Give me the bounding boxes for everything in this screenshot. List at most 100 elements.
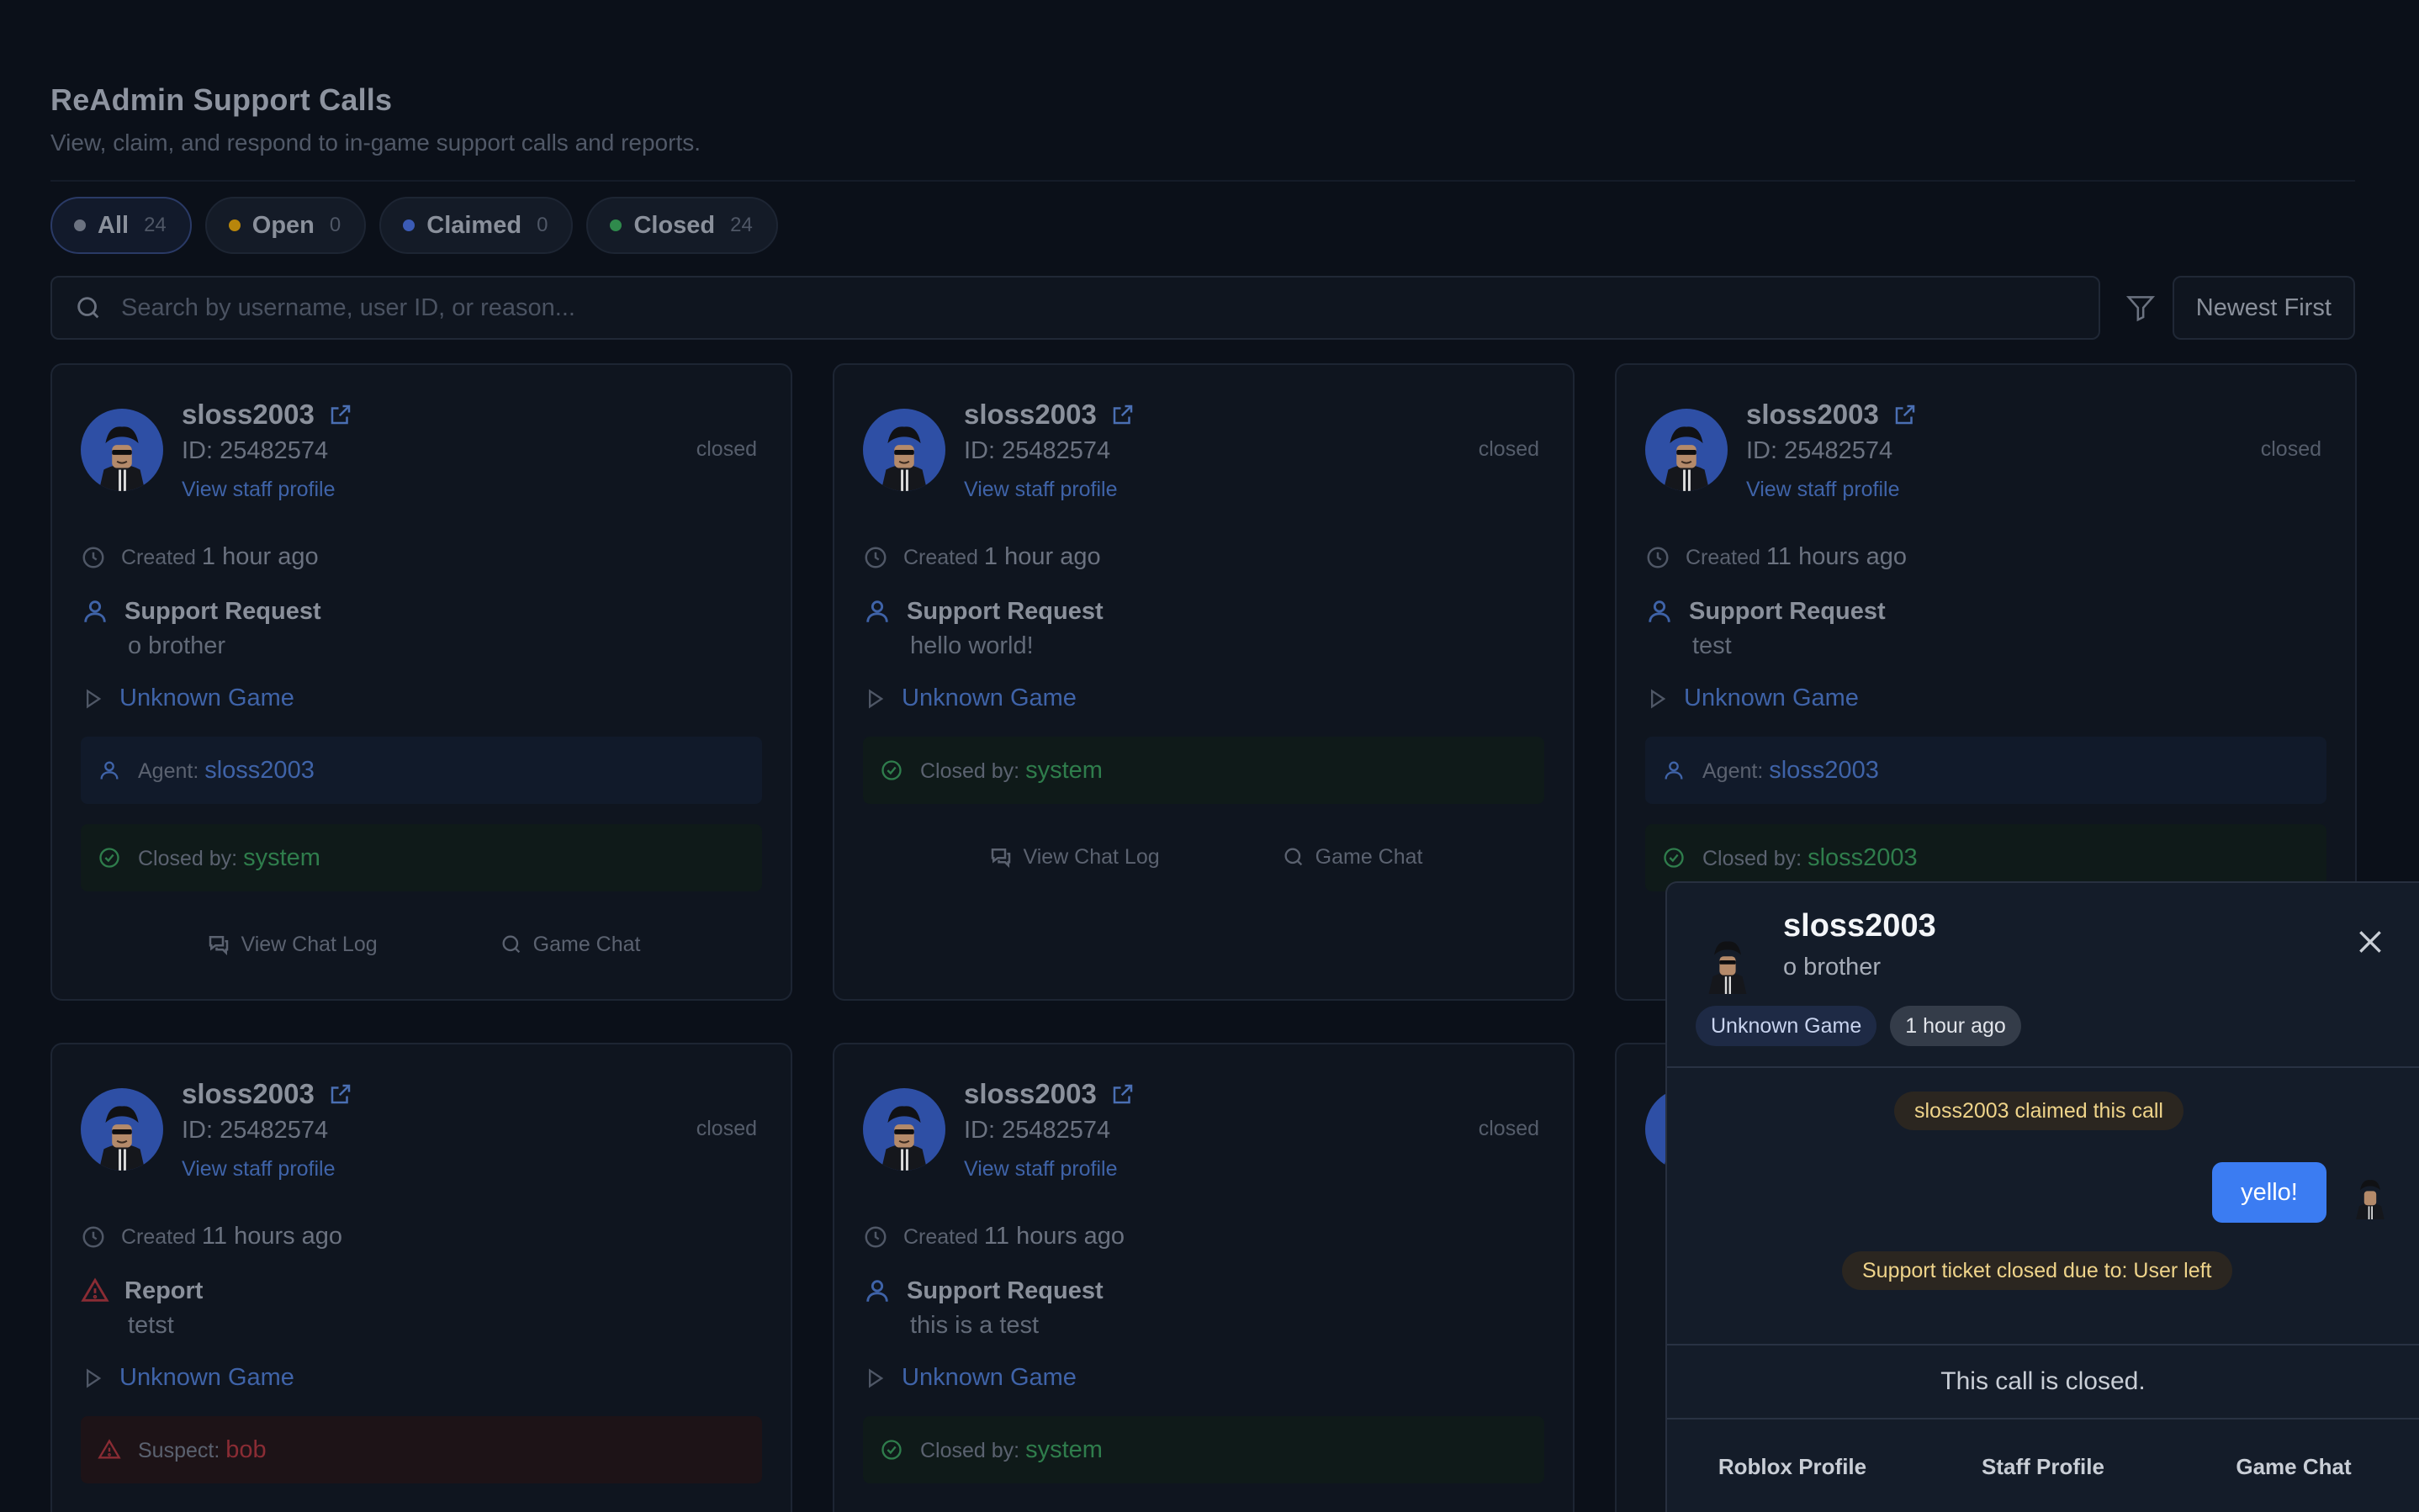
game-link[interactable]: Unknown Game bbox=[119, 685, 294, 712]
view-staff-profile-link[interactable]: View staff profile bbox=[964, 1157, 1118, 1182]
call-kind: Report bbox=[124, 1277, 204, 1304]
game-link[interactable]: Unknown Game bbox=[902, 1364, 1077, 1392]
search-input[interactable] bbox=[121, 293, 1972, 322]
view-staff-profile-link[interactable]: View staff profile bbox=[964, 478, 1118, 502]
search-box[interactable] bbox=[50, 276, 2100, 340]
game-chat-label: Game Chat bbox=[1315, 844, 1423, 869]
tab-all[interactable]: All 24 bbox=[50, 197, 192, 254]
closed-by-label: Closed by: system bbox=[920, 757, 1103, 785]
closed-by-name: system bbox=[1025, 1435, 1103, 1463]
game-row[interactable]: Unknown Game bbox=[81, 685, 294, 712]
check-circle-icon bbox=[1664, 848, 1684, 868]
kind-row: Support Request bbox=[81, 597, 321, 626]
view-staff-profile-link[interactable]: View staff profile bbox=[1746, 478, 1900, 502]
tab-closed[interactable]: Closed 24 bbox=[586, 197, 778, 254]
agent-prefix: Agent: bbox=[1702, 759, 1764, 783]
suspect-label: Suspect: bob bbox=[138, 1436, 267, 1464]
view-chat-log-button[interactable]: View Chat Log bbox=[988, 844, 1160, 870]
username-text: sloss2003 bbox=[964, 1078, 1097, 1109]
game-link[interactable]: Unknown Game bbox=[119, 1364, 294, 1392]
created-prefix: Created bbox=[1686, 546, 1760, 569]
closed-by-label: Closed by: system bbox=[138, 844, 320, 872]
staff-profile-button[interactable]: Staff Profile bbox=[1925, 1454, 2161, 1480]
call-kind: Support Request bbox=[1689, 597, 1886, 625]
check-circle-icon bbox=[881, 1440, 902, 1460]
created-time: 1 hour ago bbox=[201, 543, 319, 570]
filter-button[interactable] bbox=[2120, 288, 2161, 328]
tab-all-dot bbox=[74, 219, 86, 231]
warning-icon bbox=[81, 1277, 109, 1302]
search-icon bbox=[1284, 848, 1302, 866]
view-chat-log-button[interactable]: View Chat Log bbox=[206, 932, 378, 957]
suspect-name: bob bbox=[225, 1435, 267, 1463]
status-badge: closed bbox=[696, 1117, 757, 1140]
tab-claimed[interactable]: Claimed 0 bbox=[379, 197, 574, 254]
game-link[interactable]: Unknown Game bbox=[902, 685, 1077, 712]
call-card[interactable]: sloss2003 ID: 25482574 View staff profil… bbox=[50, 1043, 792, 1512]
call-card[interactable]: sloss2003 ID: 25482574 View staff profil… bbox=[50, 363, 792, 1001]
tab-open-dot bbox=[228, 219, 241, 231]
kind-row: Support Request bbox=[863, 1277, 1104, 1305]
tab-open[interactable]: Open 0 bbox=[204, 197, 367, 254]
created-time: 11 hours ago bbox=[983, 1223, 1125, 1250]
card-username: sloss2003 bbox=[964, 399, 1135, 431]
external-link-icon[interactable] bbox=[1110, 402, 1135, 427]
view-chat-log-label: View Chat Log bbox=[1023, 844, 1160, 869]
call-card[interactable]: sloss2003 ID: 25482574 View staff profil… bbox=[833, 363, 1575, 1001]
kind-row: Support Request bbox=[1645, 597, 1886, 626]
created-label: Created 1 hour ago bbox=[903, 543, 1101, 571]
clock-icon bbox=[82, 1226, 104, 1247]
game-row[interactable]: Unknown Game bbox=[863, 685, 1077, 712]
roblox-profile-button[interactable]: Roblox Profile bbox=[1675, 1454, 1910, 1480]
time-tag: 1 hour ago bbox=[1890, 1006, 2021, 1046]
card-user-id: ID: 25482574 bbox=[182, 1117, 329, 1144]
created-row: Created 1 hour ago bbox=[81, 543, 319, 571]
agent-pill: Agent: sloss2003 bbox=[1645, 737, 2326, 804]
user-icon bbox=[100, 761, 119, 780]
card-actions: View Chat Log Game Chat bbox=[834, 844, 1576, 870]
view-staff-profile-link[interactable]: View staff profile bbox=[182, 478, 336, 502]
agent-label: Agent: sloss2003 bbox=[138, 757, 315, 785]
status-badge: closed bbox=[1478, 1117, 1539, 1140]
external-link-icon[interactable] bbox=[1110, 1081, 1135, 1107]
game-row[interactable]: Unknown Game bbox=[81, 1364, 294, 1392]
call-card[interactable]: sloss2003 ID: 25482574 View staff profil… bbox=[833, 1043, 1575, 1512]
card-username: sloss2003 bbox=[1746, 399, 1918, 431]
sort-button[interactable]: Newest First bbox=[2172, 276, 2355, 340]
game-chat-button[interactable]: Game Chat bbox=[2176, 1454, 2411, 1480]
clock-icon bbox=[865, 1226, 887, 1247]
game-row[interactable]: Unknown Game bbox=[1645, 685, 1859, 712]
system-message-claimed: sloss2003 claimed this call bbox=[1894, 1092, 2183, 1130]
clock-icon bbox=[865, 547, 887, 568]
game-chat-label: Game Chat bbox=[532, 932, 641, 956]
suspect-prefix: Suspect: bbox=[138, 1438, 220, 1462]
tab-claimed-dot bbox=[403, 219, 416, 231]
avatar bbox=[863, 409, 945, 491]
game-chat-button[interactable]: Game Chat bbox=[1282, 844, 1423, 870]
agent-name: sloss2003 bbox=[204, 756, 315, 784]
play-icon bbox=[1651, 688, 1666, 709]
external-link-icon[interactable] bbox=[1892, 402, 1918, 427]
tab-closed-count: 24 bbox=[730, 214, 753, 236]
game-row[interactable]: Unknown Game bbox=[863, 1364, 1077, 1392]
game-link[interactable]: Unknown Game bbox=[1684, 685, 1859, 712]
play-icon bbox=[869, 1367, 884, 1388]
play-icon bbox=[87, 1367, 102, 1388]
external-link-icon[interactable] bbox=[328, 402, 353, 427]
closed-prefix: Closed by: bbox=[920, 1438, 1020, 1462]
game-chat-button[interactable]: Game Chat bbox=[500, 932, 641, 957]
view-staff-profile-link[interactable]: View staff profile bbox=[182, 1157, 336, 1182]
close-icon[interactable] bbox=[2353, 925, 2387, 959]
panel-tags: Unknown Game 1 hour ago bbox=[1696, 1006, 2021, 1046]
tab-all-label: All bbox=[98, 211, 130, 239]
panel-reason: o brother bbox=[1783, 954, 1882, 981]
created-prefix: Created bbox=[903, 1225, 978, 1249]
external-link-icon[interactable] bbox=[328, 1081, 353, 1107]
created-label: Created 11 hours ago bbox=[903, 1223, 1125, 1250]
clock-icon bbox=[1647, 547, 1669, 568]
agent-label: Agent: sloss2003 bbox=[1702, 757, 1879, 785]
call-kind: Support Request bbox=[907, 597, 1104, 625]
chat-icon bbox=[991, 849, 1010, 869]
status-badge: closed bbox=[696, 437, 757, 461]
user-icon bbox=[84, 600, 106, 622]
